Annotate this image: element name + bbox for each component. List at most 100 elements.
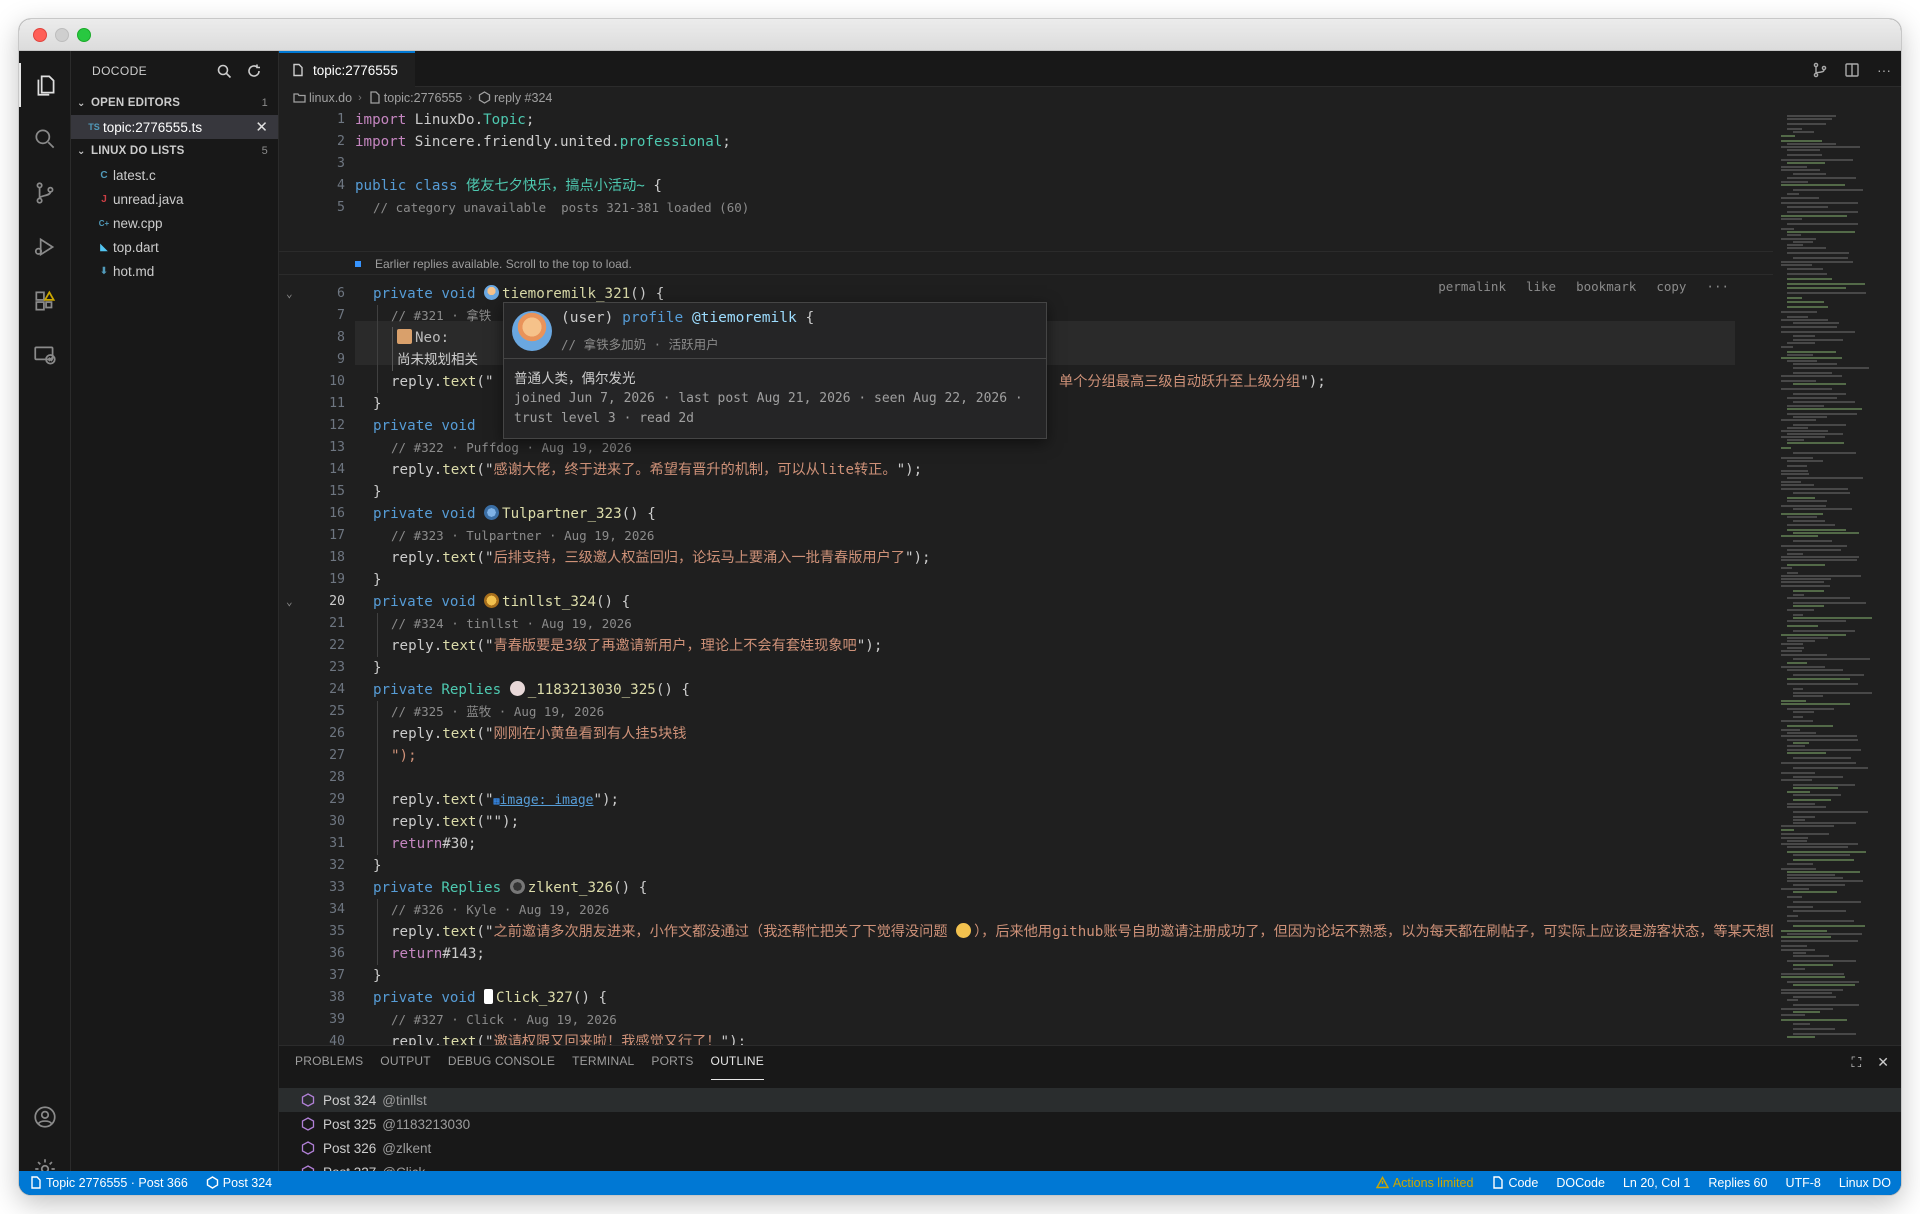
close-icon[interactable]: ✕ bbox=[255, 118, 268, 136]
minimap-line bbox=[1787, 477, 1864, 479]
minimap-line bbox=[1781, 202, 1858, 204]
user-avatar bbox=[484, 593, 500, 608]
minimap-line bbox=[1787, 283, 1865, 285]
code-editor[interactable]: 1 import LinuxDo.Topic; 2 import Sincere.f… bbox=[279, 109, 1781, 1045]
status-app[interactable]: DOCode bbox=[1556, 1176, 1605, 1190]
status-language[interactable]: Code bbox=[1491, 1176, 1538, 1190]
minimap-line bbox=[1781, 940, 1859, 942]
status-cursor-position[interactable]: Ln 20, Col 1 bbox=[1623, 1176, 1690, 1190]
minimap-line bbox=[1781, 140, 1823, 142]
tab-debug-console[interactable]: DEBUG CONSOLE bbox=[448, 1054, 555, 1080]
close-panel-icon[interactable]: ✕ bbox=[1877, 1054, 1889, 1071]
minimap-line bbox=[1787, 896, 1802, 898]
minimap-line bbox=[1781, 319, 1828, 321]
outline-item[interactable]: Post 324 @tinllst bbox=[279, 1088, 1901, 1112]
file-new-cpp[interactable]: C+ new.cpp bbox=[71, 211, 278, 235]
minimap-line bbox=[1781, 146, 1860, 148]
minimap-line bbox=[1787, 465, 1808, 467]
breadcrumb-item[interactable]: topic:2776555 bbox=[368, 91, 462, 105]
close-window-button[interactable] bbox=[33, 28, 47, 42]
minimap-line bbox=[1781, 430, 1828, 432]
minimap-line bbox=[1787, 497, 1815, 499]
minimap-line bbox=[1787, 211, 1859, 213]
minimap-line bbox=[1787, 439, 1804, 441]
minimap-line bbox=[1793, 131, 1815, 133]
cpp-file-icon: C+ bbox=[98, 218, 110, 228]
minimap-line bbox=[1787, 906, 1814, 908]
minimap-line bbox=[1793, 173, 1826, 175]
minimap-line bbox=[1787, 516, 1817, 518]
status-topic[interactable]: Topic 2776555 · Post 366 bbox=[29, 1176, 188, 1190]
open-editor-item[interactable]: TS topic:2776555.ts ✕ bbox=[71, 115, 278, 139]
run-debug-icon[interactable] bbox=[19, 225, 71, 269]
minimap-line bbox=[1793, 614, 1804, 616]
outline-item[interactable]: Post 325 @1183213030 bbox=[279, 1112, 1901, 1136]
image-link[interactable]: image: image bbox=[500, 793, 594, 808]
status-site[interactable]: Linux DO bbox=[1839, 1176, 1891, 1190]
minimap-line bbox=[1787, 297, 1803, 299]
load-earlier-notice[interactable]: Earlier replies available. Scroll to the… bbox=[279, 251, 1781, 275]
file-hot-md[interactable]: ⬇ hot.md bbox=[71, 259, 278, 283]
tab-topic[interactable]: topic:2776555 bbox=[279, 51, 415, 87]
actions-limited-warning[interactable]: Actions limited bbox=[1375, 1176, 1473, 1190]
account-icon[interactable] bbox=[19, 1095, 71, 1139]
zoom-window-button[interactable] bbox=[77, 28, 91, 42]
file-unread-java[interactable]: Junread.java bbox=[71, 187, 278, 211]
minimap[interactable] bbox=[1773, 109, 1901, 1045]
tab-output[interactable]: OUTPUT bbox=[380, 1054, 431, 1080]
open-editors-section[interactable]: ⌄ OPEN EDITORS 1 bbox=[71, 91, 278, 115]
minimap-line bbox=[1787, 306, 1829, 308]
outline-item[interactable]: Post 326 @zlkent bbox=[279, 1136, 1901, 1160]
minimap-line bbox=[1781, 556, 1860, 558]
split-editor-icon[interactable] bbox=[1843, 61, 1861, 79]
minimap-line bbox=[1781, 388, 1832, 390]
minimap-line bbox=[1787, 662, 1808, 664]
cube-icon bbox=[301, 1117, 315, 1131]
status-replies[interactable]: Replies 60 bbox=[1708, 1176, 1767, 1190]
file-top-dart[interactable]: ◣ top.dart bbox=[71, 235, 278, 259]
maximize-panel-icon[interactable]: ⛶ bbox=[1851, 1054, 1861, 1071]
minimap-line bbox=[1787, 669, 1843, 671]
warning-icon bbox=[1375, 1176, 1390, 1189]
tab-terminal[interactable]: TERMINAL bbox=[572, 1054, 634, 1080]
tab-ports[interactable]: PORTS bbox=[651, 1054, 693, 1080]
file-icon bbox=[293, 63, 303, 77]
source-control-icon[interactable] bbox=[19, 171, 71, 215]
code-line: 1 import LinuxDo.Topic; bbox=[337, 112, 535, 128]
minimap-line bbox=[1787, 354, 1813, 356]
status-post[interactable]: Post 324 bbox=[206, 1176, 272, 1190]
minimap-line bbox=[1793, 910, 1846, 912]
search-icon[interactable] bbox=[216, 63, 232, 79]
file-icon bbox=[370, 91, 380, 104]
editor-tab-bar: topic:2776555 ··· bbox=[279, 51, 1901, 87]
minimap-line bbox=[1793, 859, 1854, 861]
search-icon[interactable] bbox=[19, 117, 71, 161]
minimap-line bbox=[1787, 287, 1847, 289]
minimap-line bbox=[1793, 630, 1856, 632]
minimap-line bbox=[1793, 984, 1855, 986]
file-latest-c[interactable]: Clatest.c bbox=[71, 163, 278, 187]
tab-problems[interactable]: PROBLEMS bbox=[295, 1054, 363, 1080]
user-avatar bbox=[484, 505, 500, 520]
breadcrumb-item[interactable]: reply #324 bbox=[478, 91, 552, 105]
refresh-icon[interactable] bbox=[246, 63, 262, 79]
minimap-line bbox=[1787, 874, 1835, 876]
minimap-line bbox=[1793, 452, 1856, 454]
branch-compare-icon[interactable] bbox=[1811, 61, 1829, 79]
remote-explorer-icon[interactable] bbox=[19, 333, 71, 377]
more-actions-icon[interactable]: ··· bbox=[1875, 61, 1893, 79]
status-encoding[interactable]: UTF-8 bbox=[1785, 1176, 1820, 1190]
explorer-icon[interactable] bbox=[19, 63, 71, 107]
info-square-icon bbox=[355, 261, 361, 267]
minimap-line bbox=[1781, 166, 1807, 168]
linux-do-lists-section[interactable]: ⌄ LINUX DO LISTS 5 bbox=[71, 139, 278, 163]
minimap-line bbox=[1787, 981, 1859, 983]
extensions-warning-icon[interactable] bbox=[19, 279, 71, 323]
minimap-line bbox=[1793, 811, 1869, 813]
minimap-line bbox=[1787, 999, 1798, 1001]
minimize-window-button[interactable] bbox=[55, 28, 69, 42]
tab-outline[interactable]: OUTLINE bbox=[710, 1054, 764, 1080]
breadcrumb-item[interactable]: linux.do bbox=[293, 91, 352, 105]
minimap-line bbox=[1781, 868, 1816, 870]
minimap-line bbox=[1787, 405, 1824, 407]
